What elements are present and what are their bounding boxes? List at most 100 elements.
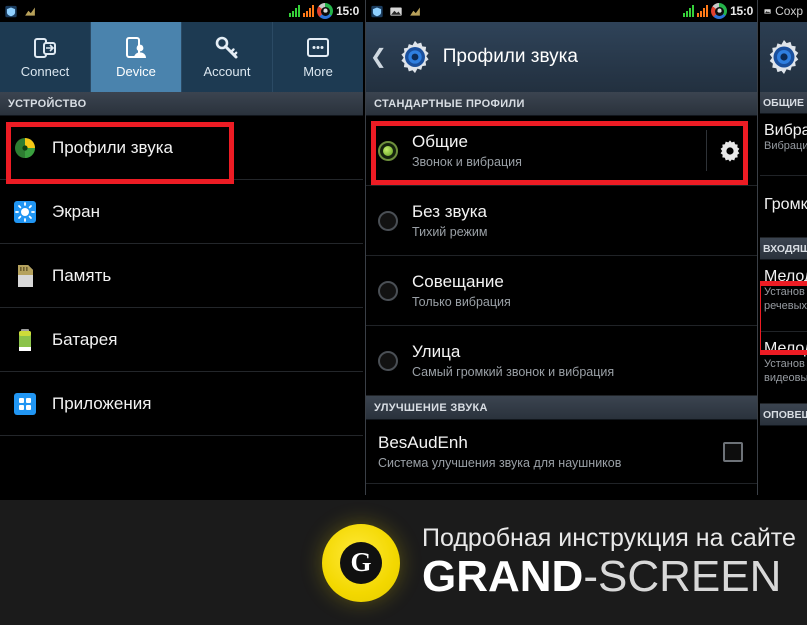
- status-bar-middle: 15:0: [366, 0, 757, 22]
- radio-silent[interactable]: [378, 210, 398, 231]
- right-row-volume[interactable]: Громк: [760, 176, 807, 238]
- profile-row-outdoor[interactable]: Улица Самый громкий звонок и вибрация: [366, 326, 757, 396]
- logo-letter: G: [340, 541, 382, 584]
- profile-row-silent-text: Без звука Тихий режим: [412, 202, 487, 239]
- sidebar-item-apps[interactable]: Приложения: [0, 372, 363, 436]
- radio-meeting[interactable]: [378, 280, 398, 301]
- branding-name-bold: GRAND: [422, 552, 584, 602]
- sidebar-item-battery[interactable]: Батарея: [0, 308, 363, 372]
- profile-row-silent[interactable]: Без звука Тихий режим: [366, 186, 757, 256]
- profile-row-silent-subtitle: Тихий режим: [412, 225, 488, 239]
- signal-bars-green-icon: [289, 5, 301, 17]
- profile-row-meeting[interactable]: Совещание Только вибрация: [366, 256, 757, 326]
- profile-row-outdoor-text: Улица Самый громкий звонок и вибрация: [412, 342, 614, 379]
- tab-device[interactable]: Device: [91, 22, 182, 92]
- sidebar-item-storage-label: Память: [52, 265, 112, 285]
- right-row-volume-title: Громк: [764, 196, 807, 213]
- right-phone-panel: Сохр ОБЩИЕ Вибра Вибраци Громк ВХОДЯЩ Ме…: [760, 0, 807, 495]
- right-row-vibration[interactable]: Вибра Вибраци: [760, 114, 807, 176]
- back-chevron-icon[interactable]: ❮: [370, 47, 387, 67]
- checkbox-besaudenh[interactable]: [723, 441, 743, 462]
- profile-row-meeting-subtitle: Только вибрация: [412, 295, 511, 309]
- sound-profiles-icon: [15, 137, 35, 158]
- profile-row-silent-title: Без звука: [412, 202, 487, 221]
- profile-row-general-title: Общие: [412, 132, 468, 151]
- profile-row-meeting-text: Совещание Только вибрация: [412, 272, 511, 309]
- settings-gear-icon: [401, 40, 429, 74]
- sidebar-item-apps-label: Приложения: [52, 393, 152, 413]
- display-icon: [14, 200, 36, 223]
- sidebar-item-display[interactable]: Экран: [0, 180, 363, 244]
- status-bar-left: 15:0: [0, 0, 363, 22]
- sidebar-item-display-label: Экран: [52, 201, 100, 221]
- branding-tagline: Подробная инструкция на сайте: [422, 524, 796, 553]
- battery-ring-icon: [711, 3, 728, 19]
- status-bar-right-panel: Сохр: [760, 0, 807, 22]
- signal-bars-green-icon: [683, 5, 695, 17]
- middle-phone-panel: 15:0 ❮ Профили звука СТАНДАРТНЫЕ ПРОФИЛИ…: [365, 0, 758, 495]
- right-row-ringtone-call-subtitle-1: Установ: [764, 286, 805, 298]
- right-section-incoming: ВХОДЯЩ: [760, 238, 807, 260]
- status-bar-saved-label: Сохр: [775, 4, 803, 18]
- profile-row-outdoor-subtitle: Самый громкий звонок и вибрация: [412, 365, 615, 379]
- signal-bars-orange-icon: [303, 5, 315, 17]
- profile-row-general[interactable]: Общие Звонок и вибрация: [366, 116, 757, 186]
- apps-grid-icon: [14, 392, 36, 415]
- radio-outdoor[interactable]: [378, 350, 398, 371]
- right-row-ringtone-video-subtitle-2: видеовы: [764, 371, 807, 384]
- row-besaudenh-title: BesAudEnh: [378, 433, 468, 452]
- left-phone-panel: 15:0 Connect Device Account More УСТРОЙС…: [0, 0, 363, 495]
- radio-general[interactable]: [378, 140, 398, 161]
- tab-account[interactable]: Account: [182, 22, 273, 92]
- right-row-ringtone-call[interactable]: Мелод Установ речевых: [760, 260, 807, 332]
- profile-row-general-text: Общие Звонок и вибрация: [412, 132, 522, 169]
- battery-icon: [19, 328, 31, 351]
- sidebar-item-sound-profiles[interactable]: Профили звука: [0, 116, 363, 180]
- gear-icon[interactable]: [717, 138, 743, 164]
- right-section-notifications: ОПОВЕЩ: [760, 404, 807, 426]
- right-row-ringtone-video-subtitle-1: Установ: [764, 358, 805, 370]
- tab-account-label: Account: [203, 64, 251, 79]
- middle-section-standard-profiles: СТАНДАРТНЫЕ ПРОФИЛИ: [366, 92, 757, 116]
- tab-device-label: Device: [116, 64, 156, 79]
- device-person-icon: [126, 37, 146, 58]
- profile-row-outdoor-title: Улица: [412, 342, 461, 361]
- profile-row-meeting-title: Совещание: [412, 272, 504, 291]
- signal-chart-icon: [25, 6, 35, 16]
- right-row-ringtone-call-subtitle-2: речевых: [764, 299, 807, 312]
- top-tab-bar: Connect Device Account More: [0, 22, 363, 92]
- battery-ring-icon: [317, 3, 334, 19]
- status-bar-right-icons: 15:0: [289, 0, 359, 22]
- screenshot-root: 15:0 Connect Device Account More УСТРОЙС…: [0, 0, 807, 625]
- screenshot-saved-icon: [764, 8, 771, 14]
- right-row-vibration-subtitle: Вибраци: [764, 140, 807, 152]
- status-bar-clock: 15:0: [730, 4, 753, 18]
- middle-section-sound-enhancement: УЛУЧШЕНИЕ ЗВУКА: [366, 396, 757, 420]
- status-bar-left-icons: [4, 5, 37, 18]
- branding-name: GRAND-SCREEN: [422, 554, 796, 600]
- more-dots-icon: [307, 38, 329, 57]
- signal-bars-orange-icon: [697, 5, 709, 17]
- settings-gear-icon: [769, 40, 798, 74]
- profile-row-general-subtitle: Звонок и вибрация: [412, 155, 522, 169]
- status-bar-clock: 15:0: [336, 4, 359, 18]
- screenshot-saved-icon: [390, 6, 402, 16]
- row-besaudenh-subtitle: Система улучшения звука для наушников: [378, 456, 622, 470]
- tab-connect[interactable]: Connect: [0, 22, 91, 92]
- grand-screen-logo-icon: G: [322, 523, 400, 602]
- row-besaudenh-text: BesAudEnh Система улучшения звука для на…: [378, 433, 621, 470]
- left-section-header: УСТРОЙСТВО: [0, 92, 363, 116]
- shield-icon: [5, 5, 17, 17]
- sidebar-item-sound-profiles-label: Профили звука: [52, 137, 173, 157]
- sidebar-item-battery-label: Батарея: [52, 329, 118, 349]
- right-row-ringtone-video[interactable]: Мелод Установ видеовы: [760, 332, 807, 404]
- tab-more[interactable]: More: [273, 22, 363, 92]
- sidebar-item-storage[interactable]: Память: [0, 244, 363, 308]
- tab-more-label: More: [303, 64, 333, 79]
- right-row-vibration-title: Вибра: [764, 122, 807, 139]
- signal-chart-icon: [410, 6, 420, 16]
- tab-connect-label: Connect: [20, 64, 70, 79]
- row-besaudenh[interactable]: BesAudEnh Система улучшения звука для на…: [366, 420, 757, 484]
- storage-card-icon: [18, 264, 33, 287]
- shield-icon: [371, 5, 383, 17]
